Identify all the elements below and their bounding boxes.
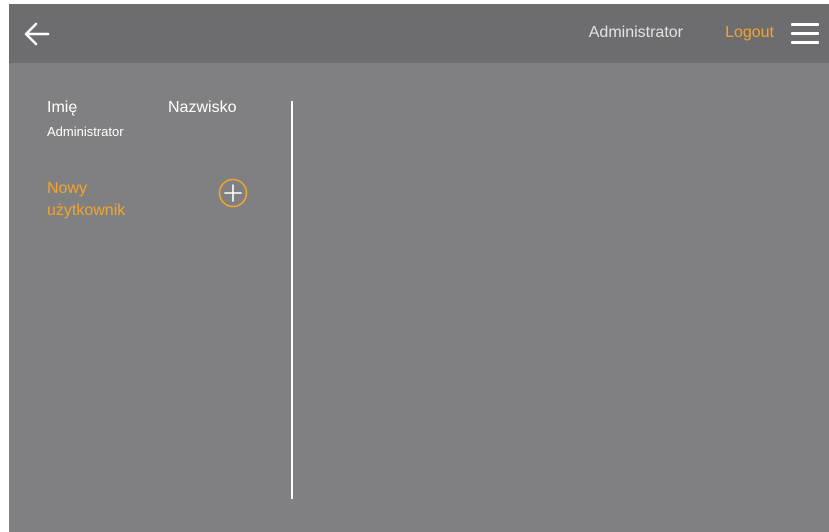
arrow-left-icon xyxy=(24,22,50,46)
plus-circle-icon[interactable] xyxy=(218,178,248,208)
panel-divider xyxy=(291,101,293,499)
current-user-name: Administrator xyxy=(588,24,683,41)
column-header-first-name: Imię xyxy=(47,99,78,116)
top-bar: Administrator Logout xyxy=(9,4,829,63)
users-sidebar: Imię Nazwisko Administrator Nowy użytkow… xyxy=(9,63,293,532)
detail-panel xyxy=(299,63,829,532)
new-user-button[interactable]: Nowy użytkownik xyxy=(47,178,248,224)
column-header-last-name: Nazwisko xyxy=(168,99,237,116)
logout-link[interactable]: Logout xyxy=(725,24,774,42)
new-user-label: Nowy użytkownik xyxy=(47,180,126,219)
app-window: Administrator Logout Imię Nazwisko Admin… xyxy=(9,4,829,532)
back-button[interactable] xyxy=(23,21,51,47)
menu-button[interactable] xyxy=(791,23,819,45)
user-list-item[interactable]: Administrator xyxy=(47,124,124,139)
